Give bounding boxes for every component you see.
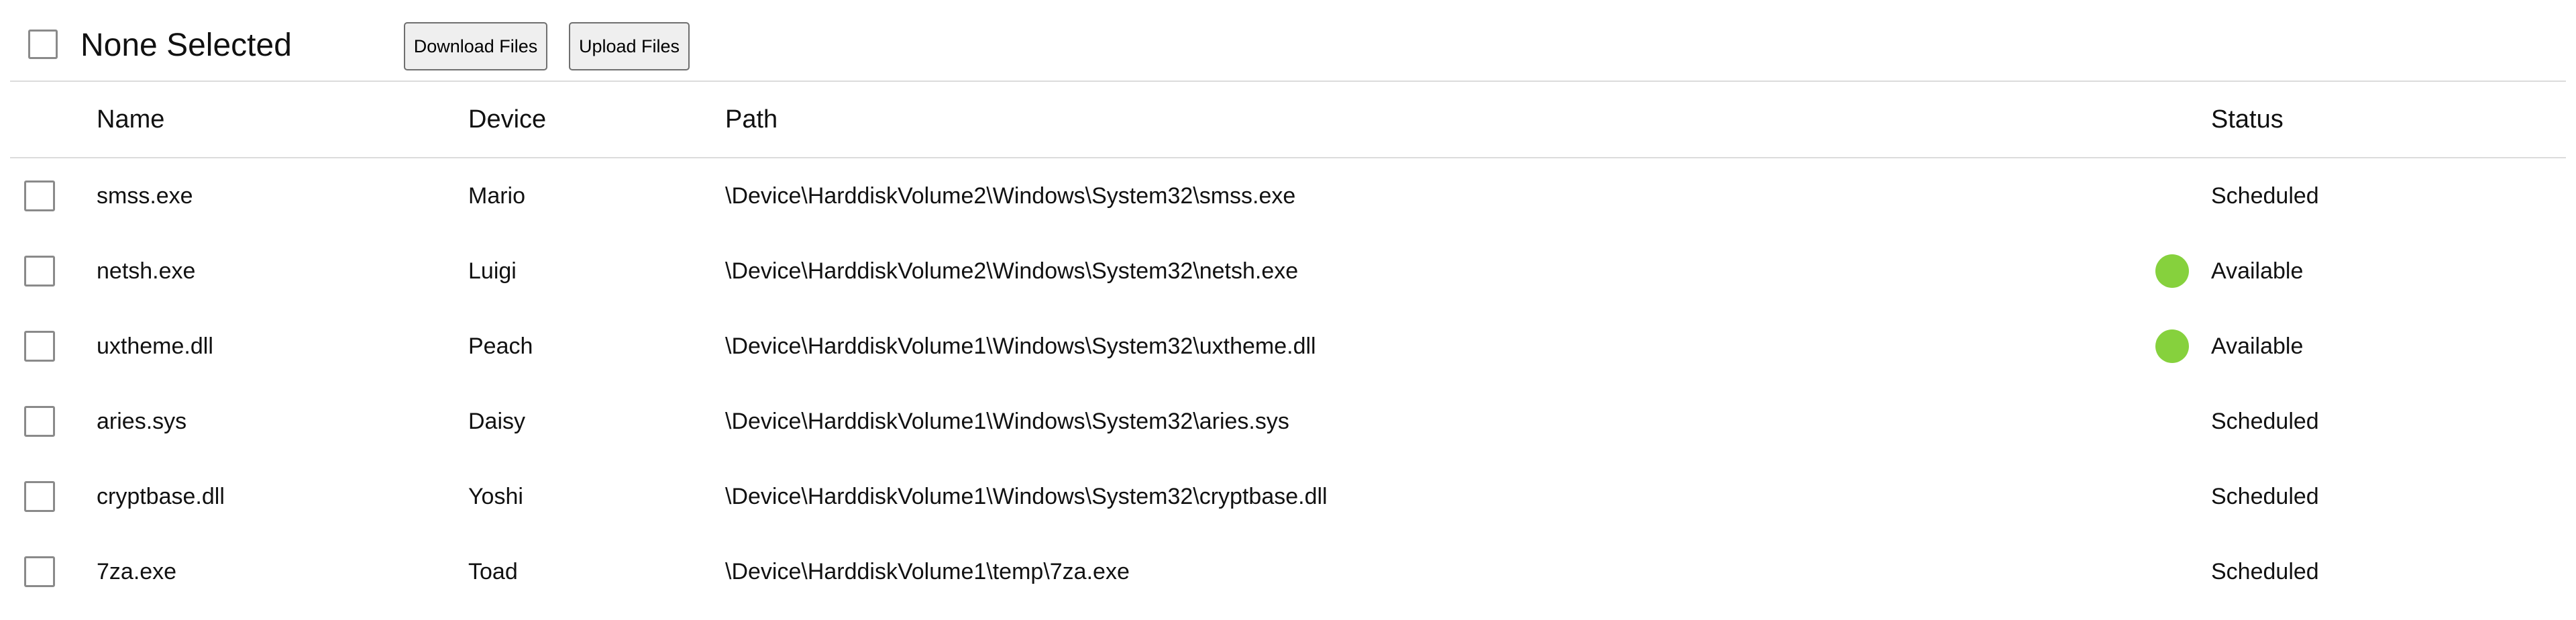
row-checkbox[interactable] [24, 180, 55, 211]
column-header-path[interactable]: Path [725, 102, 777, 137]
download-files-button[interactable]: Download Files [404, 22, 547, 70]
row-checkbox[interactable] [24, 406, 55, 437]
row-checkbox[interactable] [24, 481, 55, 512]
file-name-cell: smss.exe [97, 183, 193, 209]
upload-files-button[interactable]: Upload Files [569, 22, 690, 70]
table-row[interactable]: smss.exe Mario \Device\HarddiskVolume2\W… [10, 158, 2566, 234]
status-cell: Scheduled [2211, 484, 2319, 509]
available-status-dot-icon [2155, 254, 2189, 288]
column-header-device[interactable]: Device [468, 102, 546, 137]
status-cell: Available [2211, 333, 2304, 359]
toolbar: None Selected Download Files Upload File… [0, 0, 2576, 81]
device-cell: Yoshi [468, 484, 523, 509]
file-name-cell: uxtheme.dll [97, 333, 213, 359]
path-cell: \Device\HarddiskVolume1\Windows\System32… [725, 409, 1289, 434]
status-cell: Scheduled [2211, 559, 2319, 584]
select-all-checkbox[interactable] [28, 30, 58, 59]
available-status-dot-icon [2155, 329, 2189, 363]
device-cell: Daisy [468, 409, 526, 434]
status-cell: Scheduled [2211, 409, 2319, 434]
table-row[interactable]: netsh.exe Luigi \Device\HarddiskVolume2\… [10, 234, 2566, 309]
column-header-status[interactable]: Status [2211, 102, 2284, 137]
row-checkbox[interactable] [24, 556, 55, 587]
selection-status-label: None Selected [80, 28, 292, 63]
device-cell: Peach [468, 333, 533, 359]
column-header-name[interactable]: Name [97, 102, 164, 137]
device-cell: Toad [468, 559, 518, 584]
table-row[interactable]: uxtheme.dll Peach \Device\HarddiskVolume… [10, 309, 2566, 384]
table-header: Name Device Path Status [10, 82, 2566, 158]
status-cell: Available [2211, 258, 2304, 284]
row-checkbox[interactable] [24, 331, 55, 362]
path-cell: \Device\HarddiskVolume2\Windows\System32… [725, 258, 1299, 284]
file-name-cell: aries.sys [97, 409, 187, 434]
path-cell: \Device\HarddiskVolume1\Windows\System32… [725, 484, 1328, 509]
file-name-cell: 7za.exe [97, 559, 177, 584]
file-name-cell: netsh.exe [97, 258, 196, 284]
table-row[interactable]: 7za.exe Toad \Device\HarddiskVolume1\tem… [10, 534, 2566, 609]
path-cell: \Device\HarddiskVolume2\Windows\System32… [725, 183, 1296, 209]
row-checkbox[interactable] [24, 256, 55, 287]
path-cell: \Device\HarddiskVolume1\temp\7za.exe [725, 559, 1130, 584]
device-cell: Mario [468, 183, 526, 209]
files-table: Name Device Path Status smss.exe Mario \… [10, 82, 2566, 609]
path-cell: \Device\HarddiskVolume1\Windows\System32… [725, 333, 1316, 359]
table-row[interactable]: aries.sys Daisy \Device\HarddiskVolume1\… [10, 384, 2566, 459]
table-row[interactable]: cryptbase.dll Yoshi \Device\HarddiskVolu… [10, 459, 2566, 534]
status-cell: Scheduled [2211, 183, 2319, 209]
device-cell: Luigi [468, 258, 517, 284]
file-name-cell: cryptbase.dll [97, 484, 225, 509]
